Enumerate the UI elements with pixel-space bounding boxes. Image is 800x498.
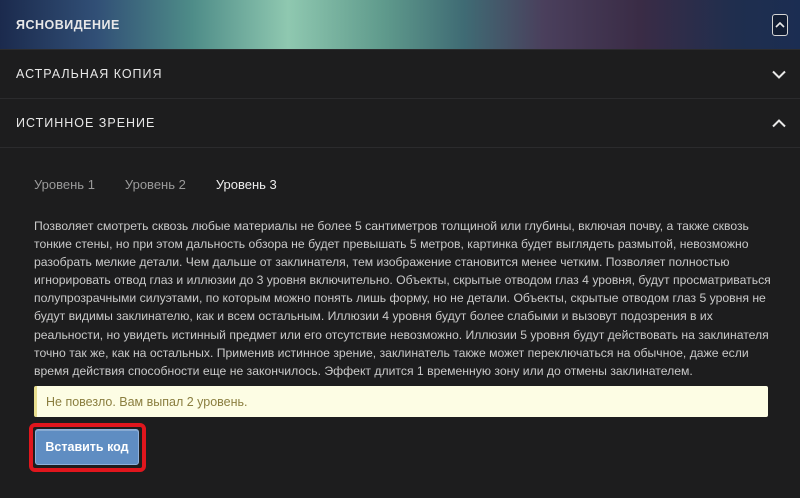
alert-text: Не повезло. Вам выпал 2 уровень.	[46, 394, 248, 409]
accordion-header-label: Астральная копия	[16, 67, 163, 81]
result-alert: Не повезло. Вам выпал 2 уровень.	[34, 386, 768, 417]
accordion-header-clairvoyance[interactable]: Ясновидение	[0, 0, 800, 50]
accordion-header-true-sight[interactable]: Истинное зрение	[0, 99, 800, 148]
chevron-up-icon[interactable]	[772, 13, 788, 36]
ability-description: Позволяет смотреть сквозь любые материал…	[34, 219, 771, 378]
tab-level-1[interactable]: Уровень 1	[34, 177, 95, 192]
tab-level-2[interactable]: Уровень 2	[125, 177, 186, 192]
level-tabs: Уровень 1 Уровень 2 Уровень 3	[34, 177, 307, 192]
accordion-header-label: Истинное зрение	[16, 116, 156, 130]
accordion-header-label: Ясновидение	[16, 17, 120, 32]
accordion-header-astral-copy[interactable]: Астральная копия	[0, 50, 800, 99]
tab-level-3[interactable]: Уровень 3	[216, 177, 277, 192]
insert-code-button[interactable]: Вставить код	[35, 429, 139, 465]
chevron-down-icon[interactable]	[770, 67, 788, 81]
chevron-up-icon[interactable]	[770, 116, 788, 130]
